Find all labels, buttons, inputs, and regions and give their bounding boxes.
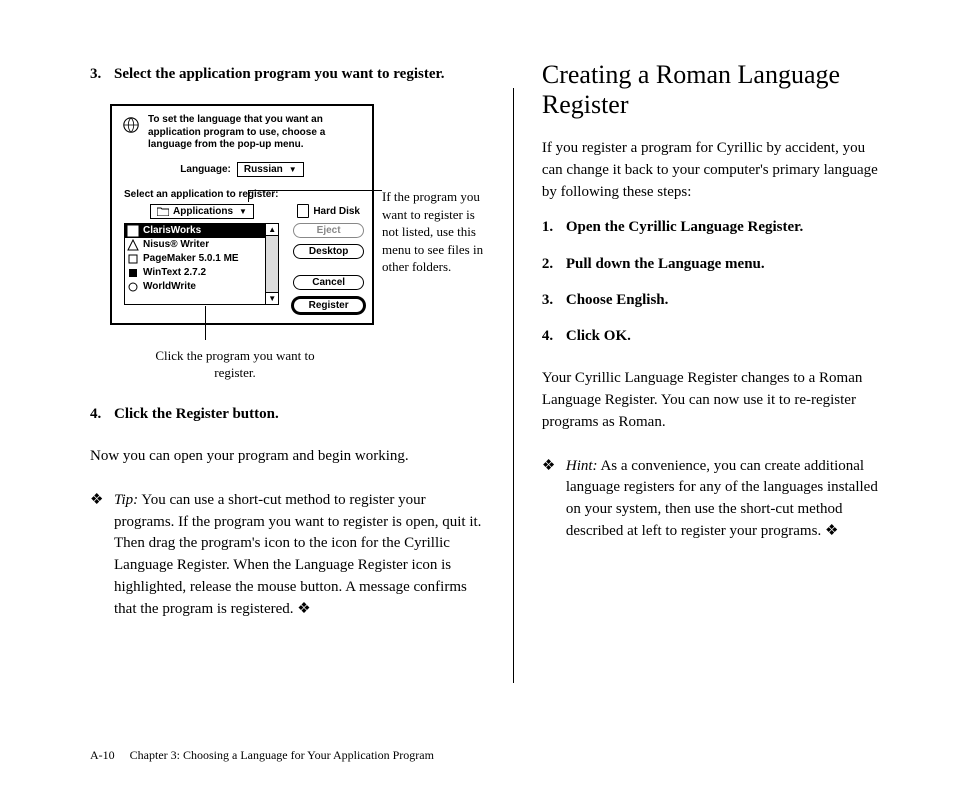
tip-label: Tip: [114,492,138,508]
diamond-icon: ❖ [542,456,566,543]
leader-line [248,190,249,202]
list-item[interactable]: Nisus® Writer [125,238,278,252]
step-4: 4. Click the Register button. [90,404,485,424]
scrollbar[interactable]: ▲ ▼ [265,224,278,304]
diamond-icon: ❖ [90,490,114,621]
app-icon [127,281,139,293]
scroll-down-icon[interactable]: ▼ [266,292,278,304]
section-heading: Creating a Roman Language Register [542,60,884,120]
register-button[interactable]: Register [293,298,364,313]
step-text: Click the Register button. [114,404,279,424]
app-icon [127,267,139,279]
step-4: 4. Click OK. [542,326,884,346]
body-text: Your Cyrillic Language Register changes … [542,368,884,433]
intro-text: If you register a program for Cyrillic b… [542,138,884,203]
language-popup[interactable]: Russian ▼ [237,162,304,177]
eject-button: Eject [293,223,364,238]
language-register-dialog: To set the language that you want an app… [110,104,374,325]
folder-icon [157,206,169,216]
right-column: Creating a Roman Language Register If yo… [542,60,884,755]
step-2: 2. Pull down the Language menu. [542,254,884,274]
left-column: 3. Select the application program you wa… [90,60,485,755]
page-number: A-10 [90,748,115,762]
step-1: 1. Open the Cyrillic Language Register. [542,217,884,237]
leader-line [248,190,382,191]
step-3: 3. Select the application program you wa… [90,64,485,84]
dialog-message: To set the language that you want an app… [148,114,364,152]
scroll-up-icon[interactable]: ▲ [266,224,278,236]
tip-text: You can use a short-cut method to regist… [114,492,481,617]
step-text: Select the application program you want … [114,64,445,84]
step-number: 4. [90,404,114,424]
page-footer: A-10 Chapter 3: Choosing a Language for … [90,748,434,763]
disk-label: Hard Disk [313,206,360,217]
step-3: 3. Choose English. [542,290,884,310]
list-item[interactable]: WorldWrite [125,280,278,294]
folder-popup[interactable]: Applications ▼ [150,204,254,219]
callout-folder-menu: If the program you want to register is n… [382,188,485,276]
list-item[interactable]: ClarisWorks [125,224,278,238]
list-item[interactable]: PageMaker 5.0.1 ME [125,252,278,266]
chevron-down-icon: ▼ [289,165,297,174]
hint-block: ❖ Hint: As a convenience, you can create… [542,456,884,543]
column-divider [513,88,514,683]
body-text: Now you can open your program and begin … [90,446,485,468]
app-icon [127,225,139,237]
app-icon [127,253,139,265]
folder-popup-value: Applications [173,206,233,217]
list-item[interactable]: WinText 2.7.2 [125,266,278,280]
hint-text: As a convenience, you can create additio… [566,458,878,539]
language-popup-value: Russian [244,164,283,175]
chevron-down-icon: ▼ [239,207,247,216]
callout-click-program: Click the program you want to register. [150,347,320,382]
hint-label: Hint: [566,458,598,474]
step-number: 3. [90,64,114,84]
hard-disk-icon [297,204,309,218]
chapter-title: Chapter 3: Choosing a Language for Your … [130,748,434,762]
app-icon [127,239,139,251]
application-list[interactable]: ClarisWorks Nisus® Writer PageMaker 5.0.… [124,223,279,305]
globe-icon [122,116,140,134]
register-dialog-figure: To set the language that you want an app… [110,104,485,325]
language-row: Language: Russian ▼ [120,162,364,177]
cancel-button[interactable]: Cancel [293,275,364,290]
desktop-button[interactable]: Desktop [293,244,364,259]
language-label: Language: [180,164,231,175]
tip-block: ❖ Tip: You can use a short-cut method to… [90,490,485,621]
leader-line [205,306,206,340]
